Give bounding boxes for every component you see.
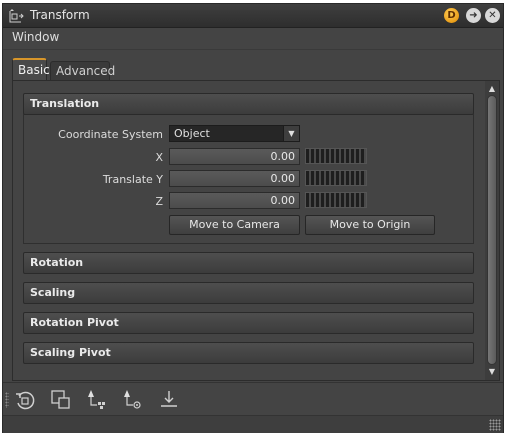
arrow-right-icon[interactable]: ➜ xyxy=(466,8,481,23)
coordinate-system-dropdown[interactable]: Object ▼ xyxy=(169,125,300,142)
scrollbar-thumb[interactable] xyxy=(487,95,497,365)
z-jog-wheel[interactable] xyxy=(305,192,367,208)
z-field[interactable]: 0.00 xyxy=(169,192,300,209)
transform-window: Transform D ➜ ✕ Window Basic Advanced Tr… xyxy=(2,3,504,433)
transform-icon xyxy=(9,9,24,23)
section-rotation-header[interactable]: Rotation xyxy=(23,252,474,274)
reset-icon[interactable] xyxy=(13,388,37,412)
x-label: X xyxy=(155,151,163,164)
section-scaling-pivot-header[interactable]: Scaling Pivot xyxy=(23,342,474,364)
vertical-scrollbar[interactable]: ▲ ▼ xyxy=(485,81,499,380)
coordinate-system-label: Coordinate System xyxy=(58,128,163,141)
move-to-camera-button[interactable]: Move to Camera xyxy=(169,215,300,235)
scroll-down-icon[interactable]: ▼ xyxy=(485,366,499,378)
menu-bar: Window xyxy=(3,28,503,48)
drop-to-ground-icon[interactable] xyxy=(157,388,181,412)
menu-window[interactable]: Window xyxy=(12,30,59,44)
pivot-to-selection-icon[interactable] xyxy=(85,388,109,412)
coordinate-system-value: Object xyxy=(174,127,210,140)
tab-basic[interactable]: Basic xyxy=(12,58,50,81)
z-label: Z xyxy=(155,195,163,208)
divider xyxy=(3,49,503,50)
scroll-up-icon[interactable]: ▲ xyxy=(485,83,499,95)
chevron-down-icon[interactable]: ▼ xyxy=(283,126,299,141)
resize-grip[interactable] xyxy=(489,419,501,431)
bottom-toolbar xyxy=(3,382,503,414)
x-jog-wheel[interactable] xyxy=(305,148,367,164)
section-translation-header[interactable]: Translation xyxy=(23,93,474,115)
frame-icon[interactable] xyxy=(49,388,73,412)
basic-tab-panel: Translation Coordinate System Object ▼ X… xyxy=(12,80,500,381)
y-jog-wheel[interactable] xyxy=(305,170,367,186)
dock-button[interactable]: D xyxy=(444,8,459,23)
section-rotation-pivot-header[interactable]: Rotation Pivot xyxy=(23,312,474,334)
y-field[interactable]: 0.00 xyxy=(169,170,300,187)
move-to-origin-button[interactable]: Move to Origin xyxy=(305,215,435,235)
tab-advanced[interactable]: Advanced xyxy=(50,61,115,81)
toolbar-grip[interactable] xyxy=(5,392,9,408)
translate-y-label: Translate Y xyxy=(102,173,163,186)
window-title: Transform xyxy=(30,8,90,22)
title-bar[interactable]: Transform D ➜ ✕ xyxy=(3,4,503,28)
section-scaling-header[interactable]: Scaling xyxy=(23,282,474,304)
close-icon[interactable]: ✕ xyxy=(485,8,500,23)
x-field[interactable]: 0.00 xyxy=(169,148,300,165)
pivot-to-center-icon[interactable] xyxy=(121,388,145,412)
status-bar xyxy=(3,415,503,433)
